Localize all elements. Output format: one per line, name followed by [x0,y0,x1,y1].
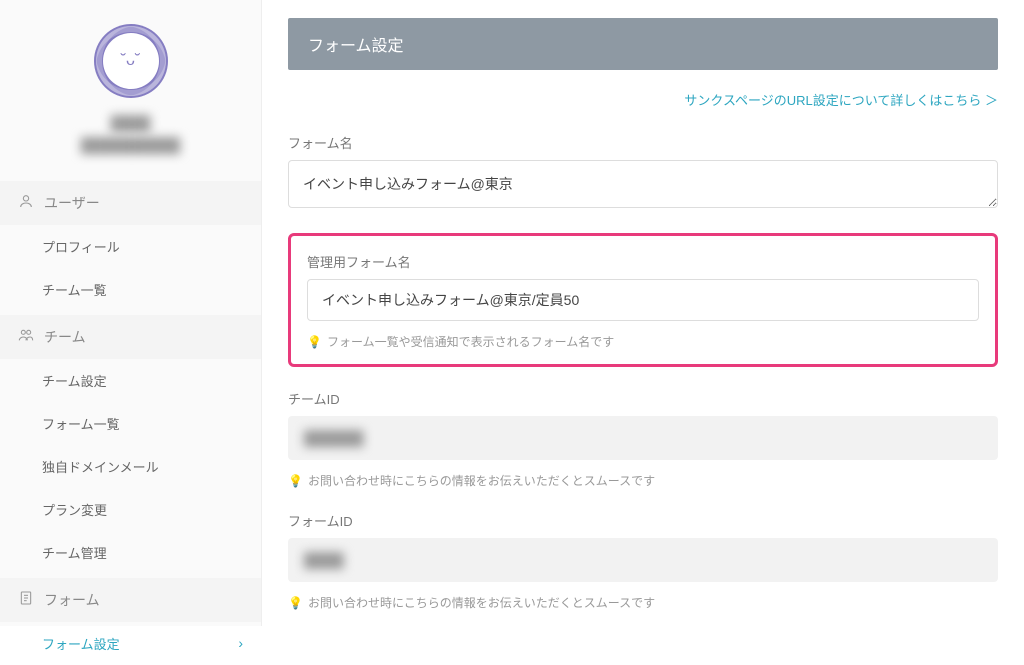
nav-section-user: ユーザー プロフィール チーム一覧 [0,181,261,311]
admin-form-name-hint: 💡 フォーム一覧や受信通知で表示されるフォーム名です [307,333,979,350]
profile-section: ˘ᴗ˘ ████ ██████████ [0,0,261,177]
team-icon [18,327,34,346]
nav-header-label: ユーザー [44,193,100,213]
field-group-form-name: フォーム名 [288,133,998,211]
thanks-page-help-link[interactable]: サンクスページのURL設定について詳しくはこちら ＞ [684,93,998,108]
sidebar-item-plan-change[interactable]: プラン変更 [0,488,261,531]
sidebar-item-team-admin[interactable]: チーム管理 [0,531,261,574]
avatar: ˘ᴗ˘ [94,24,168,98]
nav-header-label: フォーム [44,590,100,610]
bulb-icon: 💡 [307,335,321,349]
form-name-label: フォーム名 [288,133,998,152]
profile-name: ████ [16,112,245,134]
admin-form-name-highlight: 管理用フォーム名 💡 フォーム一覧や受信通知で表示されるフォーム名です [288,233,998,367]
form-name-input[interactable] [288,160,998,208]
field-group-form-id: フォームID ████ 💡 お問い合わせ時にこちらの情報をお伝えいただくとスムー… [288,511,998,611]
form-id-label: フォームID [288,511,998,530]
profile-sub: ██████████ [16,134,245,156]
nav-header-user: ユーザー [0,181,261,225]
team-id-hint: 💡 お問い合わせ時にこちらの情報をお伝えいただくとスムースです [288,472,998,489]
page-title: フォーム設定 [288,18,998,70]
form-id-value: ████ [288,538,998,582]
chevron-right-icon: › [238,635,243,651]
admin-form-name-label: 管理用フォーム名 [307,252,979,271]
user-icon [18,193,34,212]
nav-section-form: フォーム フォーム設定 › [0,578,261,665]
sidebar-item-team-settings[interactable]: チーム設定 [0,359,261,402]
sidebar: ˘ᴗ˘ ████ ██████████ ユーザー プロフィール チーム一覧 チー… [0,0,262,626]
team-id-label: チームID [288,389,998,408]
nav-header-form: フォーム [0,578,261,622]
sidebar-item-profile[interactable]: プロフィール [0,225,261,268]
main-content: フォーム設定 サンクスページのURL設定について詳しくはこちら ＞ フォーム名 … [262,0,1024,626]
admin-form-name-input[interactable] [307,279,979,321]
help-link-wrapper: サンクスページのURL設定について詳しくはこちら ＞ [288,90,998,109]
nav-header-label: チーム [44,327,86,347]
field-group-admin-form-name: 管理用フォーム名 💡 フォーム一覧や受信通知で表示されるフォーム名です [307,252,979,350]
nav-header-team: チーム [0,315,261,359]
bulb-icon: 💡 [288,474,302,488]
sidebar-item-team-list[interactable]: チーム一覧 [0,268,261,311]
form-id-hint: 💡 お問い合わせ時にこちらの情報をお伝えいただくとスムースです [288,594,998,611]
sidebar-item-form-list[interactable]: フォーム一覧 [0,402,261,445]
sidebar-item-domain-mail[interactable]: 独自ドメインメール [0,445,261,488]
sidebar-item-form-settings[interactable]: フォーム設定 › [0,622,261,665]
nav-section-team: チーム チーム設定 フォーム一覧 独自ドメインメール プラン変更 チーム管理 [0,315,261,574]
team-id-value: ██████ [288,416,998,460]
bulb-icon: 💡 [288,596,302,610]
field-group-team-id: チームID ██████ 💡 お問い合わせ時にこちらの情報をお伝えいただくとスム… [288,389,998,489]
form-icon [18,590,34,609]
